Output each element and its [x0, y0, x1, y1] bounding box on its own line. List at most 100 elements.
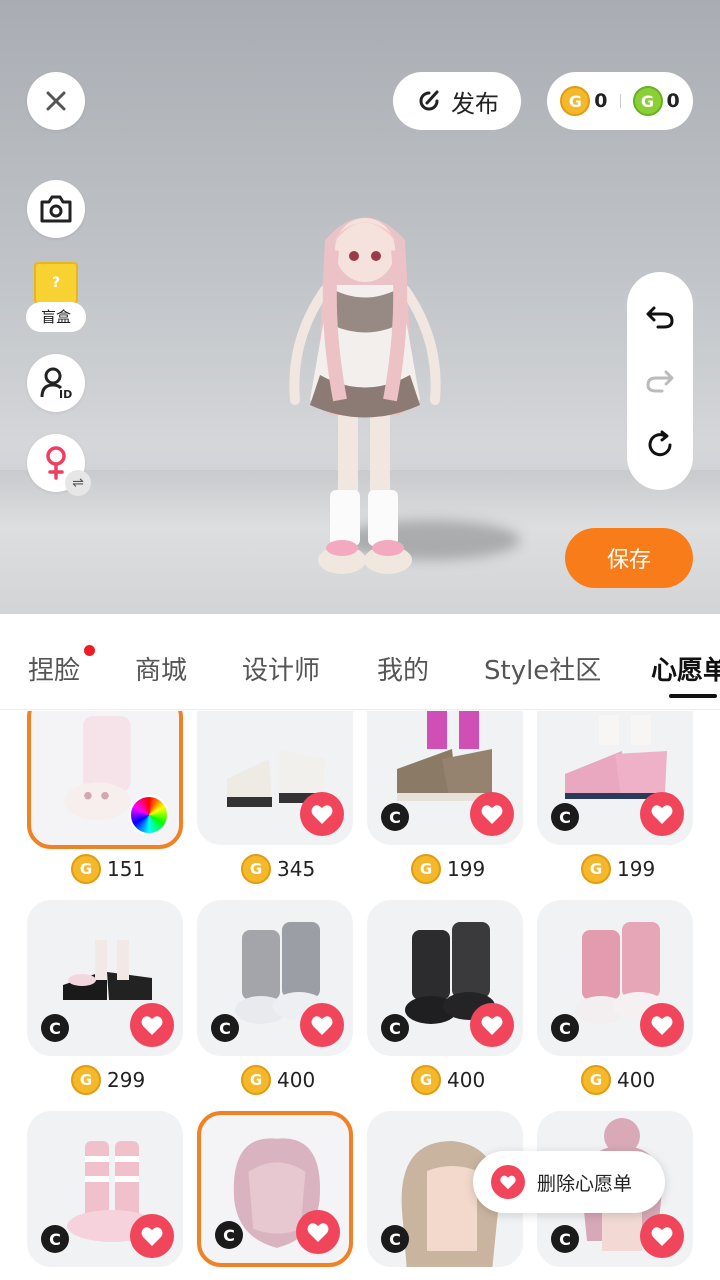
redo-icon[interactable]	[645, 366, 675, 396]
blindbox-button[interactable]: ? 盲盒	[26, 262, 86, 332]
gold-coin-value: 0	[594, 90, 608, 112]
blindbox-icon: ?	[34, 262, 78, 304]
wishlist-heart-button[interactable]	[300, 792, 344, 836]
tab-face[interactable]: 捏脸	[28, 650, 80, 687]
creator-badge-icon: C	[551, 1225, 579, 1253]
category-tabs: 捏脸 商城 设计师 我的 Style社区 心愿单	[0, 614, 720, 710]
gold-coin-icon: G	[411, 854, 441, 884]
avatar-preview-scene[interactable]: 发布 G 0 G 0 ? 盲盒 ID ⇌ 保存	[0, 0, 720, 614]
wishlist-heart-button[interactable]	[130, 1003, 174, 1047]
item-card[interactable]: C	[367, 900, 523, 1056]
active-tab-indicator	[669, 694, 717, 698]
publish-button[interactable]: 发布	[393, 72, 521, 130]
gold-coin-icon: G	[411, 1065, 441, 1095]
wishlist-heart-button[interactable]	[296, 1210, 340, 1254]
price-value: 299	[107, 1068, 146, 1092]
creator-badge-icon: C	[381, 803, 409, 831]
save-button[interactable]: 保存	[565, 528, 693, 588]
item-card[interactable]	[27, 711, 183, 849]
heart-icon	[141, 1227, 163, 1246]
avatar-character[interactable]	[270, 200, 460, 580]
gold-coin-icon: G	[560, 86, 591, 116]
item-price: G 299	[71, 1063, 145, 1097]
item-price: G 199	[581, 852, 655, 886]
wishlist-heart-button[interactable]	[130, 1214, 174, 1258]
color-picker-icon[interactable]	[129, 795, 169, 835]
heart-icon	[651, 1227, 673, 1246]
item-card[interactable]	[197, 711, 353, 845]
remove-wishlist-label: 删除心愿单	[537, 1172, 633, 1195]
creator-badge-icon: C	[41, 1225, 69, 1253]
gender-switch-button[interactable]: ⇌	[27, 434, 91, 496]
tab-mine[interactable]: 我的	[377, 650, 429, 687]
heart-icon	[311, 1016, 333, 1035]
item-price: G 199	[411, 852, 485, 886]
remove-from-wishlist-button[interactable]: 删除心愿单	[473, 1151, 665, 1213]
close-button[interactable]	[27, 72, 85, 130]
item-price: G 151	[71, 852, 145, 886]
creator-badge-icon: C	[41, 1014, 69, 1042]
currency-balance[interactable]: G 0 G 0	[547, 72, 693, 130]
swap-icon: ⇌	[65, 470, 91, 496]
item-card[interactable]: C	[27, 900, 183, 1056]
coin-divider	[619, 94, 621, 108]
wishlist-heart-button[interactable]	[470, 1003, 514, 1047]
gold-coin-icon: G	[241, 1065, 271, 1095]
price-value: 400	[617, 1068, 656, 1092]
item-card[interactable]: C	[197, 900, 353, 1056]
price-value: 400	[447, 1068, 486, 1092]
heart-icon	[481, 805, 503, 824]
undo-icon[interactable]	[645, 302, 675, 332]
history-controls	[627, 272, 693, 490]
tab-mall[interactable]: 商城	[135, 650, 187, 687]
id-card-icon: ID	[40, 367, 72, 400]
heart-icon	[491, 1165, 525, 1199]
gold-coin-icon: G	[241, 854, 271, 884]
tab-wishlist[interactable]: 心愿单	[651, 650, 720, 687]
profile-id-button[interactable]: ID	[27, 354, 85, 412]
heart-icon	[651, 1016, 673, 1035]
item-price: G 345	[241, 852, 315, 886]
item-card[interactable]: C	[27, 1111, 183, 1267]
creator-badge-icon: C	[381, 1225, 409, 1253]
creator-badge-icon: C	[215, 1221, 243, 1249]
blindbox-label: 盲盒	[26, 302, 86, 332]
item-card[interactable]: C	[367, 711, 523, 845]
notification-dot	[84, 645, 95, 656]
creator-badge-icon: C	[211, 1014, 239, 1042]
camera-icon	[40, 195, 72, 223]
gold-coin-icon: G	[581, 854, 611, 884]
publish-icon	[419, 90, 439, 111]
reset-icon[interactable]	[645, 430, 675, 460]
price-value: 345	[277, 857, 316, 881]
green-coin-value: 0	[666, 90, 680, 112]
camera-button[interactable]	[27, 180, 85, 238]
publish-label: 发布	[451, 89, 499, 118]
creator-badge-icon: C	[551, 1014, 579, 1042]
wishlist-heart-button[interactable]	[640, 1003, 684, 1047]
item-card[interactable]: C	[197, 1111, 353, 1267]
wishlist-heart-button[interactable]	[470, 792, 514, 836]
item-card[interactable]: C	[537, 900, 693, 1056]
close-icon	[46, 91, 66, 111]
item-card[interactable]: C	[537, 711, 693, 845]
heart-icon	[307, 1223, 329, 1242]
gold-coin-icon: G	[71, 1065, 101, 1095]
item-price: G 400	[241, 1063, 315, 1097]
item-price: G 400	[581, 1063, 655, 1097]
wishlist-heart-button[interactable]	[300, 1003, 344, 1047]
wishlist-heart-button[interactable]	[640, 792, 684, 836]
wishlist-heart-button[interactable]	[640, 1214, 684, 1258]
heart-icon	[651, 805, 673, 824]
heart-icon	[141, 1016, 163, 1035]
svg-text:ID: ID	[59, 388, 72, 400]
green-coin-icon: G	[632, 86, 663, 116]
creator-badge-icon: C	[381, 1014, 409, 1042]
gold-coin-icon: G	[581, 1065, 611, 1095]
gold-coin-icon: G	[71, 854, 101, 884]
creator-badge-icon: C	[551, 803, 579, 831]
item-price: G 400	[411, 1063, 485, 1097]
tab-style-community[interactable]: Style社区	[484, 650, 601, 687]
heart-icon	[311, 805, 333, 824]
tab-designer[interactable]: 设计师	[242, 650, 320, 687]
